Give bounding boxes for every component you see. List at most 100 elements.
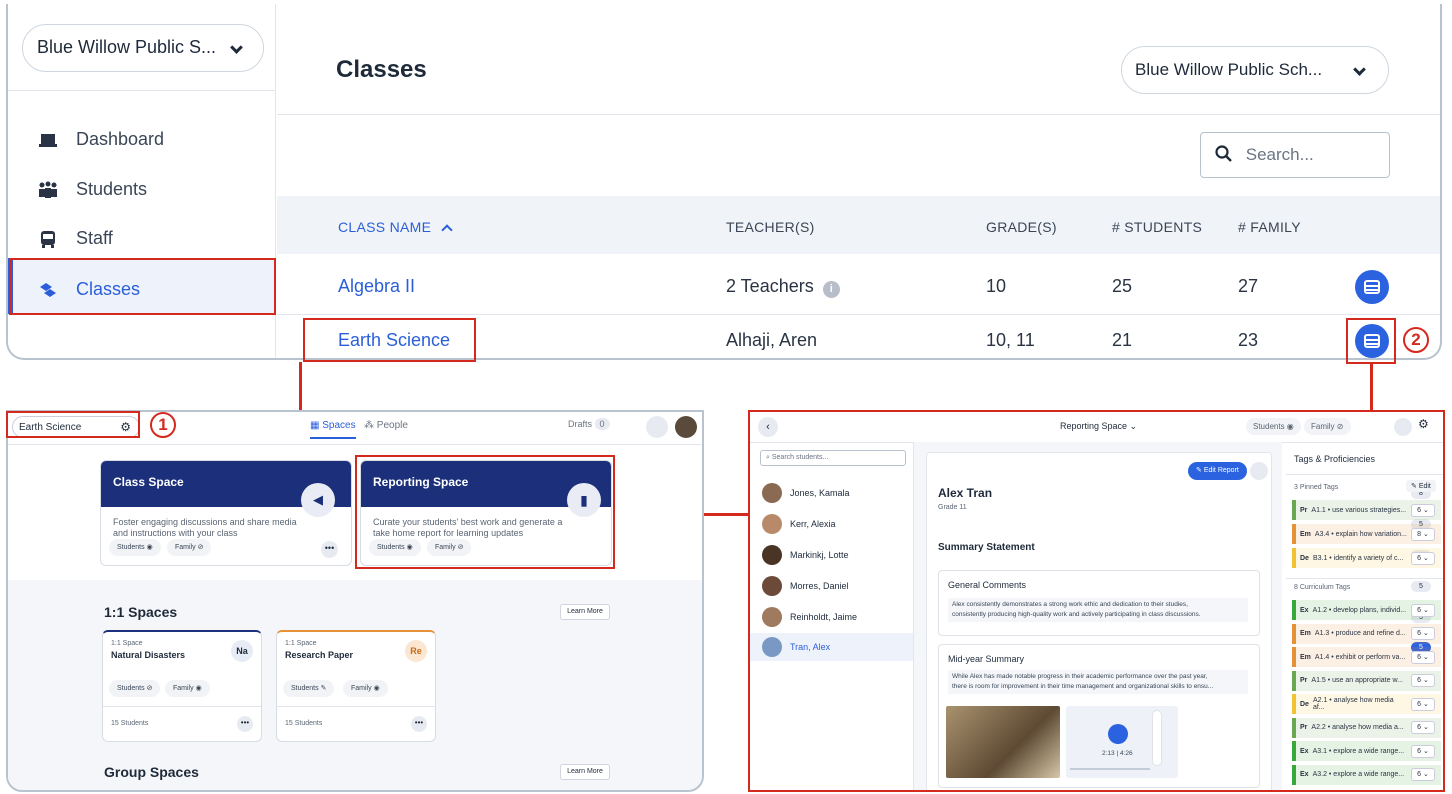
gear-icon[interactable]: ⚙	[1418, 417, 1429, 431]
student-count: 15 Students	[285, 720, 323, 727]
tag-level[interactable]: 8 ⌄	[1411, 527, 1435, 541]
tags-title: Tags & Proficiencies	[1294, 454, 1376, 464]
search-icon	[1215, 145, 1232, 162]
tag-row[interactable]: De B3.1 • identify a variety of c... 6 ⌄	[1292, 548, 1441, 568]
classroom-photo[interactable]	[946, 706, 1060, 778]
student-search-input[interactable]: ⌕ Search students...	[760, 450, 906, 466]
table-row-teacher: Alhaji, Aren	[726, 330, 818, 350]
table-row-grades: 10, 11	[986, 330, 1035, 350]
callout-2: 2	[1403, 327, 1429, 353]
back-icon[interactable]: ‹	[758, 417, 778, 437]
tag-code: De	[1300, 554, 1309, 562]
download-icon[interactable]	[1250, 462, 1268, 480]
col-family: # FAMILY	[1238, 219, 1301, 235]
sidebar-divider	[8, 90, 276, 91]
highlight-earth-science	[303, 318, 476, 362]
school-selector[interactable]: Blue Willow Public S...	[22, 24, 264, 72]
students-visibility[interactable]: Students ◉	[1246, 418, 1301, 435]
tag-level[interactable]: 6 ⌄	[1411, 603, 1435, 617]
sidebar-item-students[interactable]: Students	[38, 179, 147, 200]
tags-edit-button[interactable]: ✎ Edit	[1406, 480, 1436, 492]
tag-level[interactable]: 6 ⌄	[1411, 674, 1435, 687]
reporting-space-window: ‹ Reporting Space ⌄ Students ◉ Family ⊘ …	[748, 410, 1445, 792]
callout-1: 1	[150, 412, 176, 438]
space-card-natural-disasters[interactable]: 1:1 Space Natural Disasters Na Students …	[102, 630, 262, 742]
class-link-algebra[interactable]: Algebra II	[338, 276, 415, 297]
chip-family: Family ◉	[165, 680, 210, 697]
tag-level[interactable]: 6 ⌄	[1411, 721, 1435, 734]
audio-progress[interactable]	[1070, 768, 1150, 770]
info-icon[interactable]: i	[822, 281, 840, 298]
report-button[interactable]	[1355, 270, 1389, 304]
sort-up-icon	[441, 224, 454, 236]
chip-family: Family ⊘	[167, 539, 212, 556]
tab-spaces[interactable]: ▦ Spaces	[310, 420, 356, 439]
sidebar-item-staff[interactable]: Staff	[38, 228, 113, 249]
connector	[299, 362, 302, 412]
student-name: Alex Tran	[938, 486, 993, 500]
tag-row[interactable]: Em A3.4 • explain how variation... 8 ⌄	[1292, 524, 1441, 544]
volume-slider[interactable]	[1152, 710, 1162, 766]
bus-icon	[41, 230, 55, 248]
tag-row[interactable]: Em A1.3 • produce and refine d... 6 ⌄	[1292, 623, 1441, 644]
tag-text: A3.4 • explain how variation...	[1314, 530, 1407, 538]
play-icon[interactable]	[1108, 724, 1128, 744]
more-icon[interactable]: •••	[321, 541, 338, 558]
highlight-class-name	[6, 411, 140, 438]
tag-level[interactable]: 6 ⌄	[1411, 503, 1435, 517]
sidebar-item-label: Students	[76, 179, 148, 199]
tab-people[interactable]: ⁂ People	[364, 420, 408, 431]
sidebar-item-label: Dashboard	[76, 129, 165, 149]
space-card-research-paper[interactable]: 1:1 Space Research Paper Re Students ✎ F…	[276, 630, 436, 742]
tag-row[interactable]: Pr A1.5 • use an appropriate w... 6 ⌄	[1292, 670, 1441, 691]
col-class-name[interactable]: CLASS NAME	[338, 219, 454, 236]
class-space-card[interactable]: Class Space Foster engaging discussions …	[100, 460, 352, 566]
more-icon[interactable]: •••	[411, 716, 427, 732]
tag-row[interactable]: De A2.1 • analyse how media af... 6 ⌄	[1292, 694, 1441, 714]
group-color-bar	[450, 790, 610, 792]
table-row-family: 27	[1238, 276, 1259, 296]
page-title: Classes	[336, 56, 427, 83]
tag-row[interactable]: Pr A1.1 • use various strategies... 6 ⌄	[1292, 500, 1441, 520]
tag-level[interactable]: 6 ⌄	[1411, 768, 1435, 781]
edit-report-button[interactable]: ✎ Edit Report	[1188, 462, 1247, 480]
tag-level[interactable]: 6 ⌄	[1411, 650, 1435, 664]
learn-more-button[interactable]: Learn More	[560, 764, 610, 780]
learn-more-button[interactable]: Learn More	[560, 604, 610, 620]
space-badge: Re	[405, 640, 427, 662]
avatar[interactable]	[675, 416, 697, 438]
tag-row[interactable]: Pr A2.2 • analyse how media a... 6 ⌄	[1292, 717, 1441, 738]
highlight-report-button	[1346, 318, 1396, 364]
tag-level[interactable]: 6 ⌄	[1411, 744, 1435, 758]
school-selector-label: Blue Willow Public S...	[37, 37, 217, 57]
drafts-button[interactable]: Drafts 0	[568, 418, 610, 430]
tag-level[interactable]: 6 ⌄	[1411, 551, 1435, 565]
family-visibility[interactable]: Family ⊘	[1304, 418, 1351, 435]
tag-level[interactable]: 6 ⌄	[1411, 697, 1435, 711]
tag-row[interactable]: Ex A1.2 • develop plans, individ... 6 ⌄	[1292, 600, 1441, 620]
more-icon[interactable]: •••	[237, 716, 253, 732]
sidebar-item-dashboard[interactable]: Dashboard	[38, 129, 164, 150]
tag-row[interactable]: Ex A3.2 • explore a wide range... 6 ⌄	[1292, 764, 1441, 785]
midyear-text: While Alex has made notable progress in …	[948, 670, 1248, 694]
upload-icon[interactable]	[1394, 418, 1412, 436]
tag-row[interactable]: Ex A3.1 • explore a wide range... 6 ⌄	[1292, 741, 1441, 761]
space-title[interactable]: Reporting Space ⌄	[1060, 421, 1137, 432]
tag-text: A1.4 • exhibit or perform va...	[1314, 653, 1406, 661]
school-filter[interactable]: Blue Willow Public Sch...	[1121, 46, 1389, 94]
avatar	[762, 483, 782, 503]
tag-row[interactable]: Em A1.4 • exhibit or perform va... 6 ⌄	[1292, 647, 1441, 667]
sidebar-item-label: Staff	[76, 228, 113, 248]
user-menu-icon[interactable]	[646, 416, 668, 438]
pinned-tags: Pr A1.1 • use various strategies... 6 ⌄ Em A…	[1292, 500, 1441, 580]
table-row-students: 21	[1112, 330, 1133, 350]
chip-students: Students ✎	[283, 680, 335, 697]
avatar	[762, 607, 782, 627]
avatar	[762, 545, 782, 565]
tag-text: A1.2 • develop plans, individ...	[1312, 606, 1407, 614]
audio-time: 2:13 | 4:26	[1102, 750, 1133, 757]
chip-family: Family ◉	[343, 680, 388, 697]
tag-level[interactable]: 6 ⌄	[1411, 627, 1435, 640]
search-input[interactable]: Search...	[1200, 132, 1390, 178]
tag-code: Em	[1300, 630, 1311, 637]
